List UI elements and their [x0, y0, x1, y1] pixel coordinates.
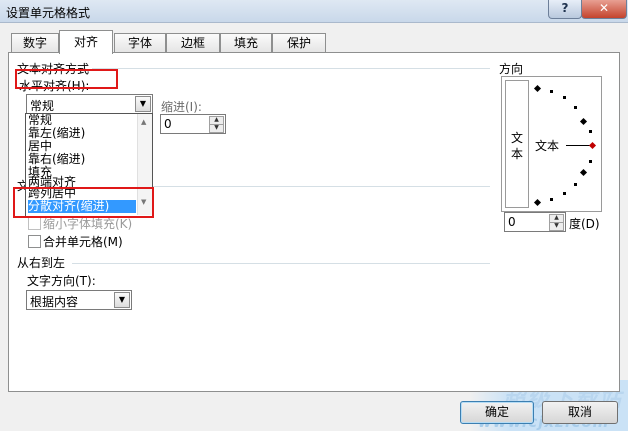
tab-alignment[interactable]: 对齐	[59, 30, 113, 54]
orientation-section-label: 方向	[499, 62, 524, 76]
shrink-to-fit-checkbox[interactable]	[28, 217, 41, 230]
merge-cells-label: 合并单元格(M)	[43, 235, 123, 249]
orientation-needle	[566, 145, 590, 146]
tab-protection[interactable]: 保护	[272, 33, 326, 53]
text-direction-select[interactable]: 根据内容 ▼	[26, 290, 132, 310]
highlight-box-distributed-option	[13, 187, 154, 218]
separator	[72, 263, 490, 264]
horizontal-align-value: 常规	[30, 99, 55, 113]
degrees-stepper[interactable]: 0 ▲ ▼	[504, 212, 566, 232]
chevron-down-icon[interactable]: ▼	[135, 96, 151, 112]
orientation-tick	[574, 106, 577, 109]
orientation-tick	[589, 130, 592, 133]
scroll-up-icon[interactable]: ▲	[141, 118, 146, 126]
orientation-tick	[533, 198, 542, 207]
vertical-text-char: 文	[511, 131, 524, 145]
orientation-tick	[579, 168, 588, 177]
cancel-button[interactable]: 取消	[542, 401, 618, 424]
orientation-handle[interactable]	[588, 141, 597, 150]
indent-label: 缩进(I):	[161, 100, 202, 114]
orientation-dial[interactable]: 文 本 文本	[501, 76, 602, 212]
separator	[152, 186, 490, 187]
title-bar: 设置单元格格式 ? ✕	[0, 0, 628, 23]
window-title: 设置单元格格式	[6, 6, 91, 20]
spin-down-icon[interactable]: ▼	[549, 222, 564, 231]
vertical-text-button[interactable]: 文 本	[505, 80, 529, 208]
tab-border[interactable]: 边框	[166, 33, 220, 53]
orientation-tick	[574, 183, 577, 186]
orientation-tick	[563, 192, 566, 195]
orientation-tick	[563, 96, 566, 99]
orientation-tick	[550, 90, 553, 93]
merge-cells-checkbox[interactable]	[28, 235, 41, 248]
orientation-tick	[579, 117, 588, 126]
ok-button[interactable]: 确定	[460, 401, 534, 424]
indent-value: 0	[164, 117, 172, 131]
orientation-tick	[533, 84, 542, 93]
text-direction-label: 文字方向(T):	[27, 274, 96, 288]
tab-fill[interactable]: 填充	[220, 33, 272, 53]
spin-down-icon[interactable]: ▼	[209, 124, 224, 133]
tab-number[interactable]: 数字	[11, 33, 59, 53]
orientation-tick	[589, 160, 592, 163]
degrees-label: 度(D)	[569, 217, 600, 231]
degrees-value: 0	[508, 215, 516, 229]
help-button[interactable]: ?	[548, 0, 582, 19]
text-direction-value: 根据内容	[30, 295, 79, 309]
highlight-box-horizontal-label	[15, 69, 118, 89]
vertical-text-char: 本	[511, 147, 524, 161]
orientation-tick	[550, 198, 553, 201]
horizontal-align-select[interactable]: 常规 ▼	[26, 94, 153, 114]
separator	[92, 68, 490, 69]
orientation-sample-text: 文本	[535, 139, 560, 153]
tab-font[interactable]: 字体	[114, 33, 166, 53]
close-button[interactable]: ✕	[581, 0, 627, 19]
indent-stepper[interactable]: 0 ▲ ▼	[160, 114, 226, 134]
rtl-section-label: 从右到左	[17, 256, 66, 270]
chevron-down-icon[interactable]: ▼	[114, 292, 130, 308]
